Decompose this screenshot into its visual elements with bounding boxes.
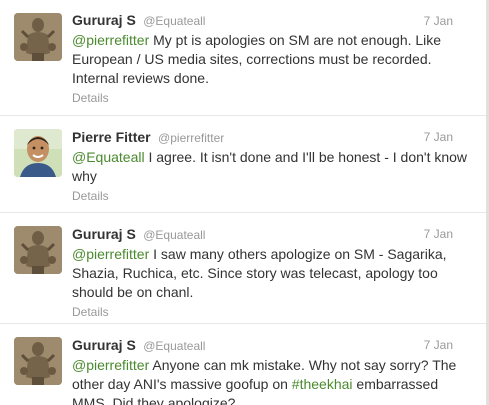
author-fullname[interactable]: Pierre Fitter [72,129,151,145]
author-fullname[interactable]: Gururaj S [72,12,136,28]
tweet-timeline: Gururaj S @Equateall 7 Jan @pierrefitter… [0,0,489,405]
tweet-timestamp[interactable]: 7 Jan [424,336,453,355]
tweet-item[interactable]: Pierre Fitter @pierrefitter 7 Jan @Equat… [0,116,489,213]
author-username[interactable]: @pierrefitter [158,131,224,145]
mention-link[interactable]: @pierrefitter [72,32,149,48]
hashtag-link[interactable]: #theekhai [292,376,353,392]
tweet-timestamp[interactable]: 7 Jan [424,225,453,244]
statue-avatar-icon[interactable] [14,226,62,274]
person-avatar-icon[interactable] [14,129,62,177]
author-fullname[interactable]: Gururaj S [72,226,136,242]
tweet-text: @pierrefitter My pt is apologies on SM a… [72,31,469,88]
tweet-text: @Equateall I agree. It isn't done and I'… [72,148,469,186]
tweet-text: @pierrefitter I saw many others apologiz… [72,245,469,302]
tweet-timestamp[interactable]: 7 Jan [424,12,453,31]
author-username[interactable]: @Equateall [143,339,205,353]
author-username[interactable]: @Equateall [143,228,205,242]
statue-avatar-icon[interactable] [14,13,62,61]
statue-avatar-icon[interactable] [14,337,62,385]
mention-link[interactable]: @pierrefitter [72,246,149,262]
author-username[interactable]: @Equateall [143,14,205,28]
mention-link[interactable]: @Equateall [72,149,145,165]
mention-link[interactable]: @pierrefitter [72,357,149,373]
tweet-text: @pierrefitter Anyone can mk mistake. Why… [72,356,469,405]
details-link[interactable]: Details [72,305,469,320]
details-link[interactable]: Details [72,189,469,204]
tweet-timestamp[interactable]: 7 Jan [424,128,453,147]
tweet-item[interactable]: Gururaj S @Equateall 7 Jan @pierrefitter… [0,324,489,405]
tweet-item[interactable]: Gururaj S @Equateall 7 Jan @pierrefitter… [0,213,489,324]
author-fullname[interactable]: Gururaj S [72,337,136,353]
tweet-item[interactable]: Gururaj S @Equateall 7 Jan @pierrefitter… [0,0,489,116]
details-link[interactable]: Details [72,91,469,106]
